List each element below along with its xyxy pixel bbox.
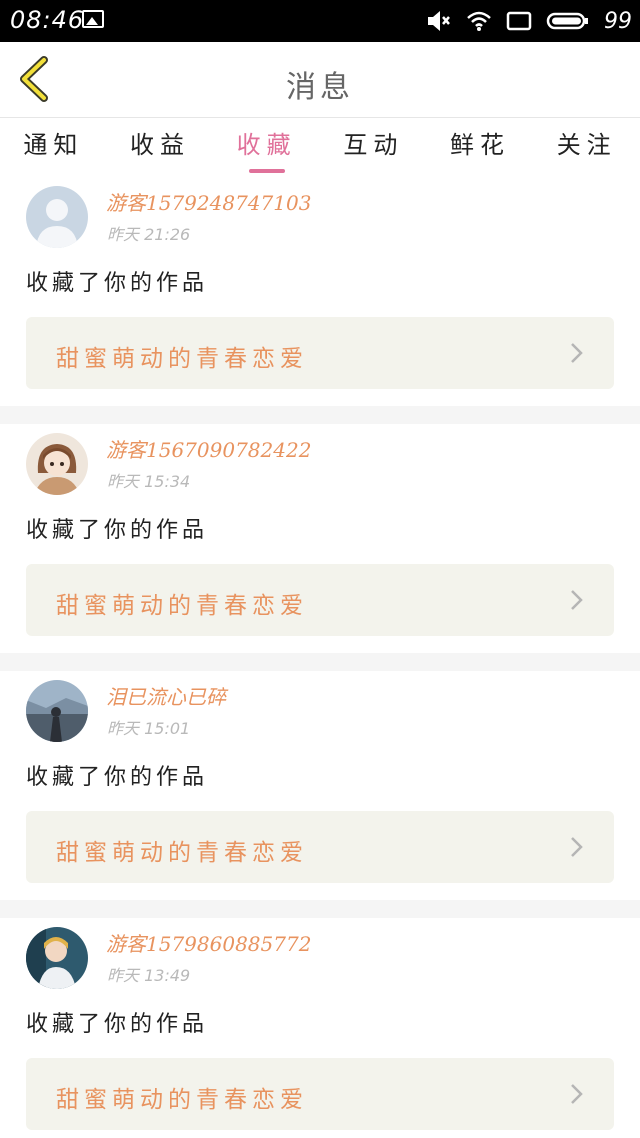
- work-link-card[interactable]: 甜蜜萌动的青春恋爱: [26, 1058, 614, 1130]
- avatar[interactable]: [26, 186, 88, 248]
- tab-interactions[interactable]: 互动: [320, 119, 427, 177]
- list-item: 游客1579860885772 昨天 13:49 收藏了你的作品 甜蜜萌动的青春…: [0, 918, 640, 1138]
- avatar[interactable]: [26, 433, 88, 495]
- avatar[interactable]: [26, 927, 88, 989]
- header: 消息: [0, 42, 640, 118]
- default-avatar-icon: [26, 186, 88, 248]
- status-icons: 99: [426, 6, 632, 36]
- message-list: 游客1579248747103 昨天 21:26 收藏了你的作品 甜蜜萌动的青春…: [0, 177, 640, 1138]
- tab-label: 收益: [130, 131, 190, 159]
- timestamp: 昨天 21:26: [107, 225, 191, 244]
- photo-avatar-icon: [26, 680, 88, 742]
- work-link-card[interactable]: 甜蜜萌动的青春恋爱: [26, 811, 614, 883]
- tab-follows[interactable]: 关注: [533, 119, 640, 177]
- avatar[interactable]: [26, 680, 88, 742]
- wifi-icon: [467, 11, 491, 31]
- action-text: 收藏了你的作品: [26, 518, 209, 543]
- username[interactable]: 游客1579860885772: [106, 928, 311, 957]
- timestamp: 昨天 13:49: [107, 966, 191, 985]
- tab-label: 鲜花: [450, 131, 511, 159]
- tab-label: 通知: [23, 131, 84, 159]
- divider: [0, 900, 640, 918]
- mute-icon: [428, 11, 450, 31]
- chevron-right-icon: [571, 343, 583, 363]
- work-link-card[interactable]: 甜蜜萌动的青春恋爱: [26, 564, 614, 636]
- work-title: 甜蜜萌动的青春恋爱: [56, 593, 308, 619]
- list-item: 游客1579248747103 昨天 21:26 收藏了你的作品 甜蜜萌动的青春…: [0, 177, 640, 406]
- battery-level: 99: [604, 8, 632, 34]
- tab-flowers[interactable]: 鲜花: [427, 119, 534, 177]
- chevron-right-icon: [571, 837, 583, 857]
- chevron-right-icon: [571, 1084, 583, 1104]
- action-text: 收藏了你的作品: [26, 1012, 209, 1037]
- screen-rotation-icon: [506, 11, 532, 31]
- tab-label: 收藏: [236, 131, 297, 159]
- page-title: 消息: [286, 70, 354, 105]
- anime-girl-avatar-icon: [26, 433, 88, 495]
- status-bar: 08:46 99: [0, 0, 640, 42]
- chevron-right-icon: [571, 590, 583, 610]
- work-title: 甜蜜萌动的青春恋爱: [56, 840, 308, 866]
- username[interactable]: 泪已流心已碎: [106, 681, 226, 710]
- status-time: 08:46: [10, 6, 85, 34]
- tab-favorites[interactable]: 收藏: [213, 119, 320, 177]
- timestamp: 昨天 15:34: [107, 472, 191, 491]
- divider: [0, 406, 640, 424]
- action-text: 收藏了你的作品: [26, 271, 209, 296]
- work-title: 甜蜜萌动的青春恋爱: [56, 1087, 308, 1113]
- tab-label: 关注: [556, 131, 617, 159]
- image-notification-icon: [82, 10, 104, 28]
- list-item: 泪已流心已碎 昨天 15:01 收藏了你的作品 甜蜜萌动的青春恋爱: [0, 671, 640, 900]
- person-photo-avatar-icon: [26, 927, 88, 989]
- username[interactable]: 游客1579248747103: [106, 187, 311, 216]
- username[interactable]: 游客1567090782422: [106, 434, 311, 463]
- work-title: 甜蜜萌动的青春恋爱: [56, 346, 308, 372]
- list-item: 游客1567090782422 昨天 15:34 收藏了你的作品 甜蜜萌动的青春…: [0, 424, 640, 653]
- timestamp: 昨天 15:01: [107, 719, 191, 738]
- tab-bar: 通知 收益 收藏 互动 鲜花 关注: [0, 119, 640, 177]
- active-tab-indicator: [248, 169, 285, 173]
- battery-icon: [546, 12, 588, 30]
- work-link-card[interactable]: 甜蜜萌动的青春恋爱: [26, 317, 614, 389]
- tab-label: 互动: [343, 131, 404, 159]
- divider: [0, 653, 640, 671]
- tab-notifications[interactable]: 通知: [0, 119, 107, 177]
- action-text: 收藏了你的作品: [26, 765, 209, 790]
- tab-earnings[interactable]: 收益: [107, 119, 214, 177]
